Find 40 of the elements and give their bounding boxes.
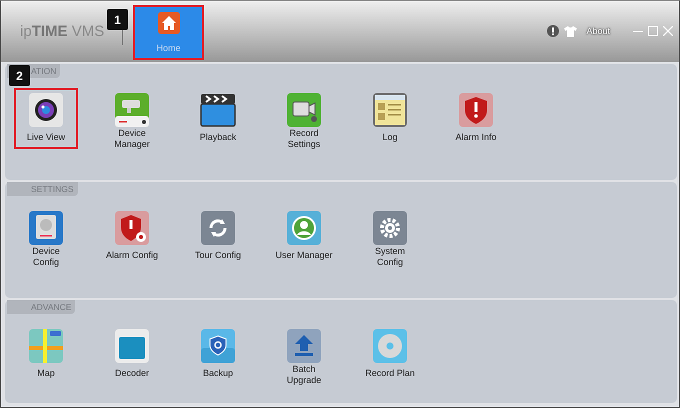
refresh-icon xyxy=(200,210,236,246)
app-tile[interactable]: Decoder xyxy=(100,324,164,385)
app-tile[interactable]: Live View xyxy=(14,88,78,149)
gear-icon xyxy=(372,210,408,246)
home-icon xyxy=(158,12,180,34)
shield-sync-icon xyxy=(200,328,236,364)
maximize-icon[interactable] xyxy=(648,26,658,36)
app-tile[interactable]: System Config xyxy=(358,206,422,267)
app-tile[interactable]: Log xyxy=(358,88,422,149)
upload-icon xyxy=(286,328,322,364)
app-tile[interactable]: Record Settings xyxy=(272,88,336,149)
shirt-icon[interactable] xyxy=(564,26,578,36)
app-tile[interactable]: Map xyxy=(14,324,78,385)
shield-alert-icon xyxy=(458,92,494,128)
app-tile[interactable]: Tour Config xyxy=(186,206,250,267)
clapperboard-icon xyxy=(200,92,236,128)
section-label: SETTINGS xyxy=(7,182,78,196)
app-tile[interactable]: Alarm Config xyxy=(100,206,164,267)
user-icon xyxy=(286,210,322,246)
monitor-icon xyxy=(114,328,150,364)
app-tile[interactable]: Playback xyxy=(186,88,250,149)
security-camera-icon xyxy=(114,92,150,128)
app-tile[interactable]: Device Manager xyxy=(100,88,164,149)
app-tile[interactable]: Batch Upgrade xyxy=(272,324,336,385)
section-label: ADVANCE xyxy=(7,300,76,314)
callout-number: 1 xyxy=(107,9,128,30)
recorder-icon xyxy=(286,92,322,128)
app-tile[interactable]: Alarm Info xyxy=(444,88,508,149)
app-tile[interactable]: Backup xyxy=(186,324,250,385)
camera-lens-icon xyxy=(28,92,64,128)
close-icon[interactable] xyxy=(663,26,673,36)
app-tile[interactable]: Device Config xyxy=(14,206,78,267)
app-logo: ipTIME VMS xyxy=(20,22,104,40)
alert-icon[interactable] xyxy=(547,25,560,37)
map-icon xyxy=(28,328,64,364)
app-tile[interactable]: Record Plan xyxy=(358,324,422,385)
callout-number: 2 xyxy=(9,65,30,86)
document-icon xyxy=(372,92,408,128)
app-tile[interactable]: User Manager xyxy=(272,206,336,267)
shield-gear-icon xyxy=(114,210,150,246)
